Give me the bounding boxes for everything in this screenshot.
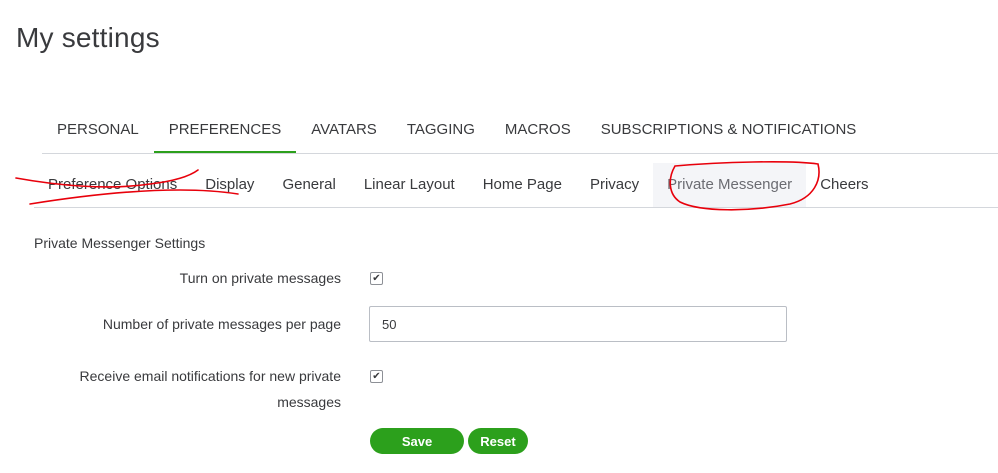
- email-notifications-checkbox[interactable]: ✔: [370, 370, 383, 383]
- turn-on-private-messages-checkbox[interactable]: ✔: [370, 272, 383, 285]
- reset-button[interactable]: Reset: [468, 428, 528, 454]
- tab-tagging[interactable]: TAGGING: [392, 108, 490, 153]
- tab-avatars[interactable]: AVATARS: [296, 108, 392, 153]
- messages-per-page-label: Number of private messages per page: [102, 316, 341, 332]
- turn-on-private-messages-label: Turn on private messages: [179, 270, 341, 286]
- messages-per-page-input[interactable]: [369, 306, 787, 342]
- email-notifications-label-line2: messages: [277, 394, 341, 410]
- sub-tabs: Preference Options Display General Linea…: [34, 163, 998, 208]
- page-title: My settings: [16, 22, 160, 53]
- subtab-privacy[interactable]: Privacy: [576, 163, 653, 207]
- main-tabs: PERSONAL PREFERENCES AVATARS TAGGING MAC…: [42, 108, 998, 154]
- subtab-home-page[interactable]: Home Page: [469, 163, 576, 207]
- subtab-general[interactable]: General: [268, 163, 349, 207]
- tab-subscriptions-notifications[interactable]: SUBSCRIPTIONS & NOTIFICATIONS: [586, 108, 872, 153]
- subtab-preference-options[interactable]: Preference Options: [34, 163, 191, 207]
- subtab-private-messenger[interactable]: Private Messenger: [653, 163, 807, 207]
- subtab-linear-layout[interactable]: Linear Layout: [350, 163, 469, 207]
- subtab-display[interactable]: Display: [191, 163, 268, 207]
- section-title: Private Messenger Settings: [34, 235, 206, 251]
- tab-preferences[interactable]: PREFERENCES: [153, 108, 297, 153]
- tab-macros[interactable]: MACROS: [490, 108, 586, 153]
- email-notifications-label-line1: Receive email notifications for new priv…: [79, 368, 341, 384]
- email-notifications-label: Receive email notifications for new priv…: [80, 363, 341, 415]
- save-button[interactable]: Save: [370, 428, 464, 454]
- tab-personal[interactable]: PERSONAL: [42, 108, 154, 153]
- subtab-cheers[interactable]: Cheers: [806, 163, 882, 207]
